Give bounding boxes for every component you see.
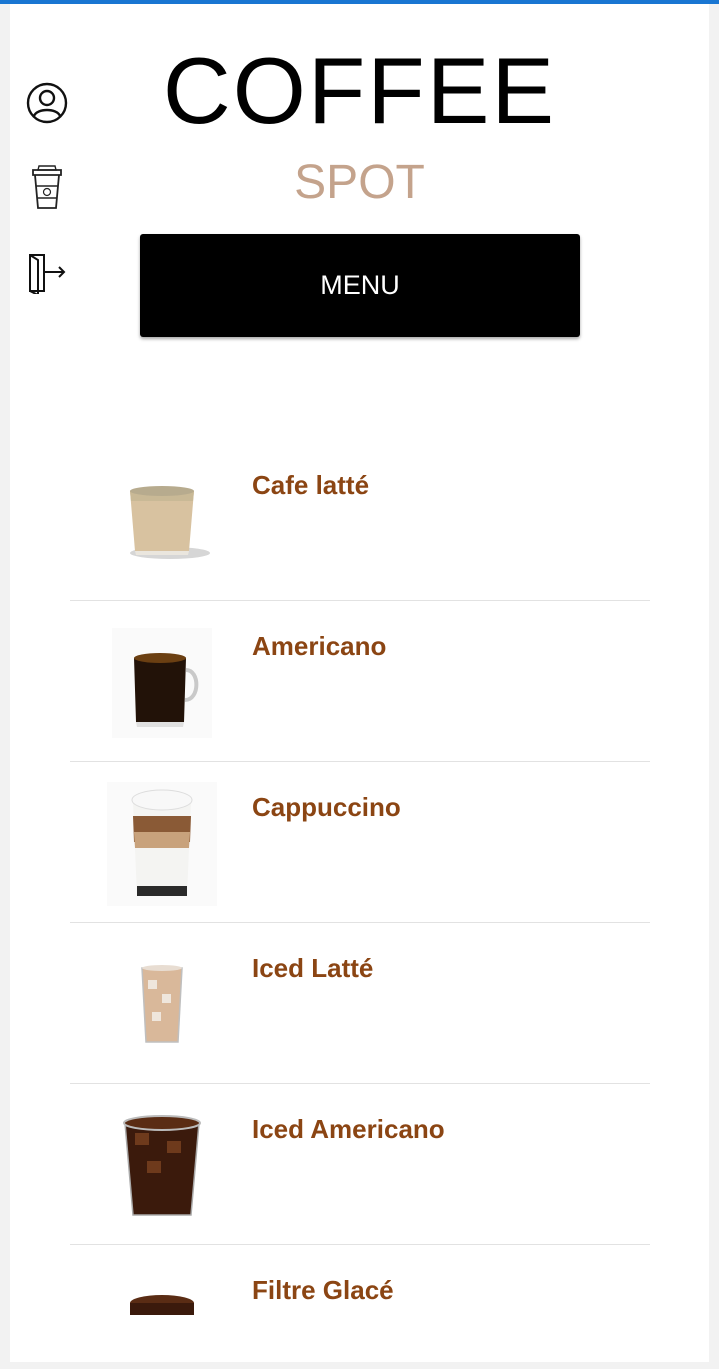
list-item[interactable]: Americano bbox=[70, 601, 650, 762]
cappuccino-image bbox=[102, 782, 222, 906]
list-item[interactable]: Cappuccino bbox=[70, 762, 650, 923]
menu-list: Cafe latté Americano Cappuccino Iced Lat… bbox=[70, 440, 650, 1335]
logout-button[interactable] bbox=[24, 250, 70, 296]
logout-icon bbox=[29, 254, 66, 294]
app-title: COFFEE bbox=[162, 38, 557, 143]
cafe-latte-image bbox=[102, 462, 222, 582]
iced-americano-image bbox=[102, 1106, 222, 1226]
list-item[interactable]: Iced Latté bbox=[70, 923, 650, 1084]
item-name: Americano bbox=[252, 631, 387, 661]
item-name: Cappuccino bbox=[252, 792, 401, 822]
list-item[interactable]: Cafe latté bbox=[70, 440, 650, 601]
iced-latte-image bbox=[102, 945, 222, 1065]
filtre-glace-image bbox=[102, 1267, 222, 1315]
item-name: Cafe latté bbox=[252, 470, 370, 500]
americano-image bbox=[102, 623, 222, 743]
list-item[interactable]: Filtre Glacé bbox=[70, 1245, 650, 1335]
menu-button[interactable]: MENU bbox=[140, 234, 580, 337]
item-name: Filtre Glacé bbox=[252, 1275, 394, 1305]
main-card: COFFEE SPOT MENU Cafe latté Americano Ca… bbox=[10, 4, 709, 1362]
item-name: Iced Latté bbox=[252, 953, 374, 983]
app-subtitle: SPOT bbox=[294, 156, 425, 209]
item-name: Iced Americano bbox=[252, 1114, 445, 1144]
list-item[interactable]: Iced Americano bbox=[70, 1084, 650, 1245]
